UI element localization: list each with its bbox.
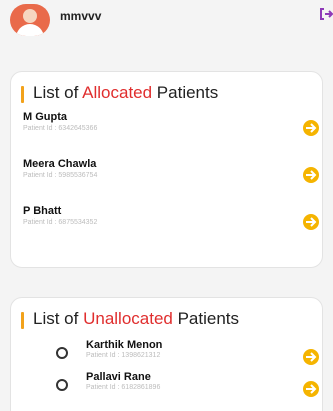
patient-id: Patient Id : 5985536754 xyxy=(23,172,98,179)
arrow-right-circle-icon[interactable] xyxy=(303,214,319,230)
username-label: mmvvv xyxy=(60,9,102,23)
patient-name: M Gupta xyxy=(23,111,67,123)
unallocated-card-title: List of Unallocated Patients xyxy=(21,309,239,329)
title-suffix: Patients xyxy=(172,309,240,328)
allocated-patient-row[interactable]: M Gupta Patient Id : 6342645366 xyxy=(11,111,324,149)
title-accent-bar xyxy=(21,312,24,329)
arrow-right-circle-icon[interactable] xyxy=(303,120,319,136)
avatar-head xyxy=(23,9,37,23)
app-header: mmvvv xyxy=(0,0,333,44)
title-accent-word: Allocated xyxy=(82,83,153,102)
unallocated-patients-card: List of Unallocated Patients Karthik Men… xyxy=(10,297,323,411)
patient-name: P Bhatt xyxy=(23,205,62,217)
patient-id: Patient Id : 6342645366 xyxy=(23,125,98,132)
select-radio[interactable] xyxy=(56,347,68,359)
unallocated-patient-row[interactable]: Pallavi Rane Patient Id : 6182861896 xyxy=(11,371,324,409)
allocated-patient-row[interactable]: P Bhatt Patient Id : 6875534352 xyxy=(11,205,324,243)
logout-icon[interactable] xyxy=(318,6,333,22)
patient-name: Meera Chawla xyxy=(23,158,97,170)
title-accent-word: Unallocated xyxy=(83,309,173,328)
avatar-body xyxy=(16,24,44,36)
arrow-right-circle-icon[interactable] xyxy=(303,381,319,397)
arrow-right-circle-icon[interactable] xyxy=(303,167,319,183)
patient-name: Pallavi Rane xyxy=(86,371,151,383)
select-radio[interactable] xyxy=(56,379,68,391)
patient-id: Patient Id : 1398621312 xyxy=(86,352,161,359)
user-avatar[interactable] xyxy=(10,4,50,36)
patient-name: Karthik Menon xyxy=(86,339,163,351)
patient-id: Patient Id : 6875534352 xyxy=(23,219,98,226)
allocated-card-title: List of Allocated Patients xyxy=(21,83,218,103)
allocated-patients-card: List of Allocated Patients M Gupta Patie… xyxy=(10,71,323,268)
allocated-patient-row[interactable]: Meera Chawla Patient Id : 5985536754 xyxy=(11,158,324,196)
title-suffix: Patients xyxy=(152,83,219,102)
arrow-right-circle-icon[interactable] xyxy=(303,349,319,365)
title-accent-bar xyxy=(21,86,24,103)
title-prefix: List of xyxy=(33,83,83,102)
patient-id: Patient Id : 6182861896 xyxy=(86,384,161,391)
title-prefix: List of xyxy=(33,309,84,328)
